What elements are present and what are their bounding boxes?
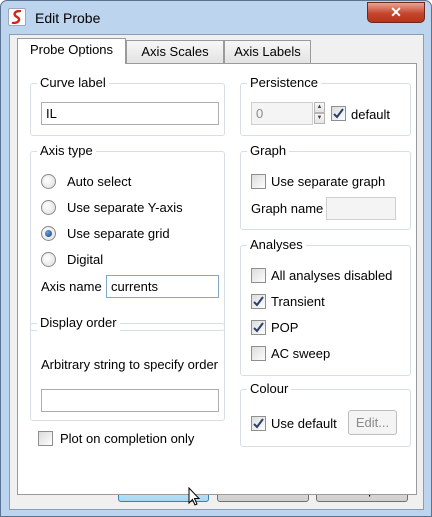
use-separate-graph-label: Use separate graph <box>271 174 386 189</box>
colour-group: Colour Use default Edit... <box>240 381 411 447</box>
persistence-input[interactable]: 0 <box>251 102 313 125</box>
close-button[interactable]: ✕ <box>367 2 425 23</box>
check-icon <box>333 108 344 119</box>
radio-separate-grid[interactable] <box>41 226 56 241</box>
display-order-input[interactable] <box>41 389 219 412</box>
check-icon <box>253 296 264 307</box>
pop-label: POP <box>271 320 299 335</box>
radio-separate-y-axis-label: Use separate Y-axis <box>67 200 183 215</box>
curve-label-group: Curve label IL <box>30 75 225 136</box>
display-order-title: Display order <box>37 315 120 331</box>
radio-digital[interactable] <box>41 252 56 267</box>
axis-type-title: Axis type <box>37 143 96 159</box>
axis-type-group: Axis type Auto select Use separate Y-axi… <box>30 143 225 331</box>
pop-checkbox[interactable] <box>251 320 266 335</box>
graph-name-label: Graph name <box>251 201 324 216</box>
curve-label-title: Curve label <box>37 75 109 91</box>
transient-checkbox[interactable] <box>251 294 266 309</box>
check-icon <box>253 418 264 429</box>
persistence-default-label: default <box>351 107 391 122</box>
persistence-spinner[interactable]: ▲ ▼ <box>314 102 325 124</box>
ac-sweep-checkbox[interactable] <box>251 346 266 361</box>
spin-up-icon[interactable]: ▲ <box>314 102 325 113</box>
all-analyses-disabled-label: All analyses disabled <box>271 268 393 283</box>
title-bar: Edit Probe ✕ <box>1 1 431 34</box>
probe-options-panel: Curve label IL Persistence 0 ▲ ▼ default… <box>17 63 417 495</box>
radio-auto-select[interactable] <box>41 174 56 189</box>
curve-label-input[interactable]: IL <box>41 102 219 125</box>
close-icon: ✕ <box>390 4 402 20</box>
graph-group: Graph Use separate graph Graph name <box>240 143 411 230</box>
mouse-cursor-icon <box>188 487 200 506</box>
tab-label: Axis Labels <box>234 44 301 59</box>
radio-selected-dot <box>45 230 52 237</box>
axis-name-label: Axis name <box>41 279 102 294</box>
use-separate-graph-checkbox[interactable] <box>251 174 266 189</box>
radio-auto-select-label: Auto select <box>67 174 132 189</box>
radio-separate-grid-label: Use separate grid <box>67 226 170 241</box>
check-icon <box>253 322 264 333</box>
plot-on-completion-checkbox[interactable] <box>38 431 53 446</box>
persistence-title: Persistence <box>247 75 321 91</box>
radio-digital-label: Digital <box>67 252 104 267</box>
display-order-description: Arbitrary string to specify order <box>41 357 219 372</box>
tab-label: Probe Options <box>29 42 114 57</box>
persistence-group: Persistence 0 ▲ ▼ default <box>240 75 411 136</box>
edit-probe-window: Edit Probe ✕ Probe Options Axis Scales A… <box>0 0 432 517</box>
edit-colour-button[interactable]: Edit... <box>348 410 397 435</box>
analyses-group: Analyses All analyses disabled Transient… <box>240 237 411 376</box>
tab-label: Axis Scales <box>141 44 209 59</box>
plot-on-completion-label: Plot on completion only <box>60 431 195 446</box>
tab-probe-options[interactable]: Probe Options <box>17 38 126 64</box>
spin-down-icon[interactable]: ▼ <box>314 113 325 124</box>
use-default-colour-label: Use default <box>271 416 337 431</box>
transient-label: Transient <box>271 294 325 309</box>
graph-title: Graph <box>247 143 290 159</box>
all-analyses-disabled-checkbox[interactable] <box>251 268 266 283</box>
axis-name-input[interactable]: currents <box>106 275 219 298</box>
colour-title: Colour <box>247 381 292 397</box>
app-logo-icon <box>8 8 26 26</box>
tab-axis-scales[interactable]: Axis Scales <box>126 40 224 63</box>
persistence-default-checkbox[interactable] <box>331 106 346 121</box>
dialog-client-area: Probe Options Axis Scales Axis Labels Cu… <box>9 34 424 510</box>
use-default-colour-checkbox[interactable] <box>251 416 266 431</box>
tab-axis-labels[interactable]: Axis Labels <box>224 40 311 63</box>
display-order-group: Display order Arbitrary string to specif… <box>30 315 225 421</box>
radio-separate-y-axis[interactable] <box>41 200 56 215</box>
analyses-title: Analyses <box>247 237 306 253</box>
window-title: Edit Probe <box>35 10 101 26</box>
graph-name-input[interactable] <box>326 197 396 220</box>
ac-sweep-label: AC sweep <box>271 346 331 361</box>
